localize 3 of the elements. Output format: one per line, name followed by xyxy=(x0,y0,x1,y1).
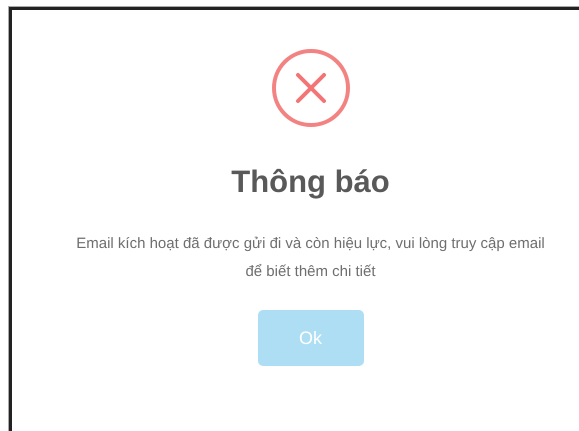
error-icon xyxy=(270,48,350,128)
dialog-message: Email kích hoạt đã được gửi đi và còn hiệu lực, vui lòng truy cập email để biết thêm chi tiết xyxy=(75,234,546,282)
dialog-title: Thông báo xyxy=(231,163,390,201)
